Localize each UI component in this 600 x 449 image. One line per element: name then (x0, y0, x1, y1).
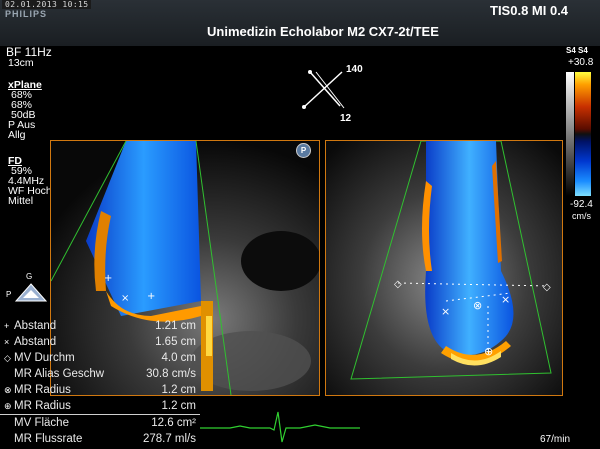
measurement-label: MR Radius (14, 384, 71, 396)
brand-logo: PHILIPS (5, 9, 48, 19)
measurement-label: MR Flussrate (14, 433, 83, 445)
exam-title: Unimedizin Echolabor M2 CX7-2t/TEE (207, 24, 439, 39)
measurement-value: 4.0 cm (161, 352, 196, 364)
orientation-glyph-icon (14, 283, 48, 302)
scale-min: -92.4 (570, 199, 593, 210)
svg-text:+: + (104, 273, 112, 284)
velocity-colorbar (575, 72, 591, 196)
measurement-row: MV Fläche 12.6 cm² (0, 414, 200, 431)
measurement-label: MV Durchm (14, 352, 75, 364)
measurement-row: × Abstand 1.65 cm (0, 334, 200, 350)
right-echo-image: ◇ ◇ × ⊗ × ⊕ (326, 141, 562, 395)
measurement-value: 1.21 cm (155, 320, 196, 332)
measurement-label: MR Radius (14, 400, 71, 412)
circle-plus-marker-icon: ⊕ (4, 401, 12, 411)
heart-rate: 67/min (540, 434, 571, 445)
x-marker-icon: × (4, 337, 10, 347)
measurement-row: ◇ MV Durchm 4.0 cm (0, 350, 200, 366)
measurement-value: 1.2 cm (161, 400, 196, 412)
p-label: P (6, 290, 12, 299)
xplane-value: Allg (8, 129, 26, 141)
measurement-value: 1.65 cm (155, 336, 196, 348)
depth: 13cm (8, 57, 34, 69)
diamond-marker-icon: ◇ (4, 353, 11, 363)
scale-unit: cm/s (572, 211, 591, 221)
svg-text:×: × (441, 305, 450, 318)
measurement-value: 1.2 cm (161, 384, 196, 396)
svg-text:◇: ◇ (543, 282, 551, 293)
measurement-value: 30.8 cm/s (146, 368, 196, 380)
date-time: 02.01.2013 10:15 (2, 0, 92, 9)
svg-text:⊕: ⊕ (484, 345, 493, 358)
measurement-row: ⊕ MR Radius 1.2 cm (0, 398, 200, 414)
tis-mi-readout: TIS0.8 MI 0.4 (490, 3, 569, 18)
svg-text:⊗: ⊗ (473, 299, 482, 312)
measurement-value: 12.6 cm² (151, 417, 196, 429)
right-image-panel[interactable]: ◇ ◇ × ⊗ × ⊕ (325, 140, 563, 396)
svg-text:◇: ◇ (394, 279, 402, 290)
measurement-value: 278.7 ml/s (142, 433, 196, 445)
measurement-label: Abstand (14, 320, 57, 332)
measurement-row: + Abstand 1.21 cm (0, 318, 200, 334)
xplane-block: xPlane 68% 68% 50dB P Aus Allg (8, 80, 42, 141)
measurement-row: MR Alias Geschw 30.8 cm/s (0, 366, 200, 382)
svg-text:+: + (147, 291, 155, 302)
measurement-row: MR Flussrate 278.7 ml/s (0, 431, 200, 447)
crosshair-marker-icon: + (4, 321, 10, 331)
measurement-label: MR Alias Geschw (14, 368, 105, 380)
fd-value: Mittel (8, 195, 34, 207)
circle-x-marker-icon: ⊗ (4, 385, 12, 395)
g-label: G (26, 272, 33, 281)
fd-block: FD 59% 4.4MHz WF Hoch Mittel (8, 156, 52, 207)
measurement-label: Abstand (14, 336, 57, 348)
measurement-label: MV Fläche (14, 417, 69, 429)
svg-text:×: × (121, 293, 129, 304)
svg-text:×: × (501, 293, 510, 306)
measurement-row: ⊗ MR Radius 1.2 cm (0, 382, 200, 398)
angle-top: 140 (346, 64, 363, 75)
ecg-trace (200, 411, 360, 443)
grayscale-bar (566, 72, 574, 196)
probe-marker-icon: P (296, 143, 311, 158)
scale-label: S4 S4 (566, 46, 588, 55)
measurements-table: + Abstand 1.21 cm × Abstand 1.65 cm ◇ MV… (0, 318, 200, 447)
angle-bottom: 12 (340, 113, 352, 124)
scale-max: +30.8 (568, 57, 594, 68)
